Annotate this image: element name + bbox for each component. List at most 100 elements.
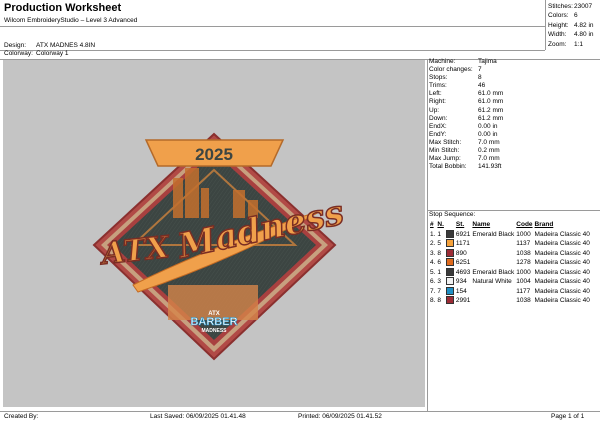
design-label: Design: xyxy=(4,42,27,49)
cell-n: 5 xyxy=(437,240,442,247)
col-n: N. xyxy=(437,221,444,228)
color-swatch xyxy=(445,229,454,238)
created-by: Created By: xyxy=(4,413,39,420)
machine-info-panel: Machine: Tajima Color changes: 7 Stops: 8 T… xyxy=(429,58,599,171)
worksheet-title: Production Worksheet xyxy=(4,2,122,14)
cell-brand: Madeira Classic 40 xyxy=(534,278,590,285)
divider xyxy=(0,26,545,27)
table-row: 1. 1 6921 Emerald Black 1000 Madeira Classic … xyxy=(429,229,591,240)
colorway-row: Colorway: Colorway 1 xyxy=(4,50,69,57)
cell-name xyxy=(471,249,515,259)
cell-st: 2991 xyxy=(455,297,471,304)
cell-name: Emerald Black xyxy=(472,230,515,238)
info-row: Down: 61.2 mm xyxy=(429,114,504,122)
cell-n: 8 xyxy=(437,297,442,304)
info-row: Machine: Tajima xyxy=(429,58,497,65)
col-brand: Brand xyxy=(534,221,554,228)
colorway-value: Colorway 1 xyxy=(36,50,69,57)
colorway-label: Colorway: xyxy=(4,50,33,57)
cell-brand: Madeira Classic 40 xyxy=(534,240,590,247)
color-swatch xyxy=(445,277,454,286)
design-value: ATX MADNES 4.8IN xyxy=(36,42,96,49)
cell-name xyxy=(471,258,515,268)
page-number: Page 1 of 1 xyxy=(551,413,585,420)
table-row: 7. 7 154 1177 Madeira Classic 40 xyxy=(429,286,591,297)
col-name: Name xyxy=(472,221,491,228)
stat-colors: Colors: 6 xyxy=(548,12,578,20)
cell-code: 1177 xyxy=(516,287,531,295)
table-row: 6. 3 934 Natural White 1004 Madeira Classic 4… xyxy=(429,277,591,287)
cell-code: 1000 xyxy=(516,230,531,238)
cell-num: 8. xyxy=(430,297,436,304)
table-row: 4. 6 6251 1278 Madeira Classic 40 xyxy=(429,258,591,268)
cell-num: 7. xyxy=(430,287,436,295)
cell-n: 1 xyxy=(437,230,442,238)
color-swatch xyxy=(445,296,454,305)
cell-code: 1278 xyxy=(516,259,531,266)
design-row: Design: ATX MADNES 4.8IN xyxy=(4,42,95,49)
info-row: EndX: 0.00 in xyxy=(429,122,498,130)
cell-st: 890 xyxy=(455,249,467,257)
stop-sequence-title: Stop Sequence: xyxy=(429,211,476,218)
stop-sequence-table: # N. St. Name Code Brand 1. 1 6921 Emerald … xyxy=(429,220,591,306)
cell-name xyxy=(471,287,515,297)
color-swatch-cell xyxy=(445,267,455,278)
cell-brand: Madeira Classic 40 xyxy=(534,268,590,276)
design-canvas[interactable]: 2025 ATX Madness ATX BARBER MADNESS xyxy=(3,60,425,407)
cell-n: 6 xyxy=(437,259,442,266)
cell-name: Emerald Black xyxy=(472,268,515,276)
table-row: 2. 5 1171 1137 Madeira Classic 40 xyxy=(429,239,591,249)
printed-date: Printed: 06/09/2025 01.41.52 xyxy=(298,413,382,420)
cell-st: 934 xyxy=(455,278,467,285)
cell-n: 7 xyxy=(437,287,442,295)
table-header-row: # N. St. Name Code Brand xyxy=(429,220,591,230)
stats-panel: Stitches:23007 Colors: 6 Height: 4.82 in W… xyxy=(548,2,594,49)
color-swatch-cell xyxy=(445,229,455,240)
cell-num: 3. xyxy=(430,249,436,257)
col-num: # xyxy=(430,221,434,228)
cell-brand: Madeira Classic 40 xyxy=(534,230,590,238)
color-swatch-cell xyxy=(445,258,455,268)
cell-name: Natural White xyxy=(472,278,512,285)
color-swatch-cell xyxy=(445,248,455,259)
col-code: Code xyxy=(516,221,533,228)
col-stitches: St. xyxy=(455,221,465,228)
color-swatch xyxy=(445,267,454,276)
cell-code: 1004 xyxy=(516,278,531,285)
divider xyxy=(427,59,428,411)
info-row: Stops: 8 xyxy=(429,74,482,82)
cell-st: 6251 xyxy=(455,259,471,266)
cell-code: 1000 xyxy=(516,268,531,276)
info-row: Max Stitch: 7.0 mm xyxy=(429,138,500,146)
cell-brand: Madeira Classic 40 xyxy=(534,297,590,304)
cell-num: 5. xyxy=(430,268,436,276)
year-text: 2025 xyxy=(195,145,233,164)
table-row: 3. 8 890 1038 Madeira Classic 40 xyxy=(429,248,591,259)
cell-brand: Madeira Classic 40 xyxy=(534,249,590,257)
color-swatch xyxy=(445,248,454,257)
divider xyxy=(0,411,600,412)
color-swatch-cell xyxy=(445,296,455,306)
col-swatch xyxy=(445,220,455,230)
info-row: Max Jump: 7.0 mm xyxy=(429,155,500,163)
color-swatch-cell xyxy=(445,239,455,249)
divider xyxy=(0,50,545,51)
last-saved: Last Saved: 06/09/2025 01.41.48 xyxy=(150,413,246,420)
cell-num: 1. xyxy=(430,230,436,238)
cell-n: 3 xyxy=(437,278,442,285)
divider xyxy=(545,0,546,50)
cell-brand: Madeira Classic 40 xyxy=(534,287,590,295)
atx-text: ATX xyxy=(97,230,172,272)
info-row: EndY: 0.00 in xyxy=(429,130,498,138)
cell-code: 1137 xyxy=(516,240,531,247)
cell-num: 6. xyxy=(430,278,436,285)
cell-st: 154 xyxy=(455,287,467,295)
color-swatch-cell xyxy=(445,277,455,287)
info-row: Left: 61.0 mm xyxy=(429,90,504,98)
table-row: 8. 8 2991 1038 Madeira Classic 40 xyxy=(429,296,591,306)
stat-zoom: Zoom: 1:1 xyxy=(548,40,584,48)
badge-bottom-text: MADNESS xyxy=(201,328,227,334)
cell-num: 4. xyxy=(430,259,436,266)
cell-num: 2. xyxy=(430,240,436,247)
color-swatch xyxy=(445,258,454,267)
